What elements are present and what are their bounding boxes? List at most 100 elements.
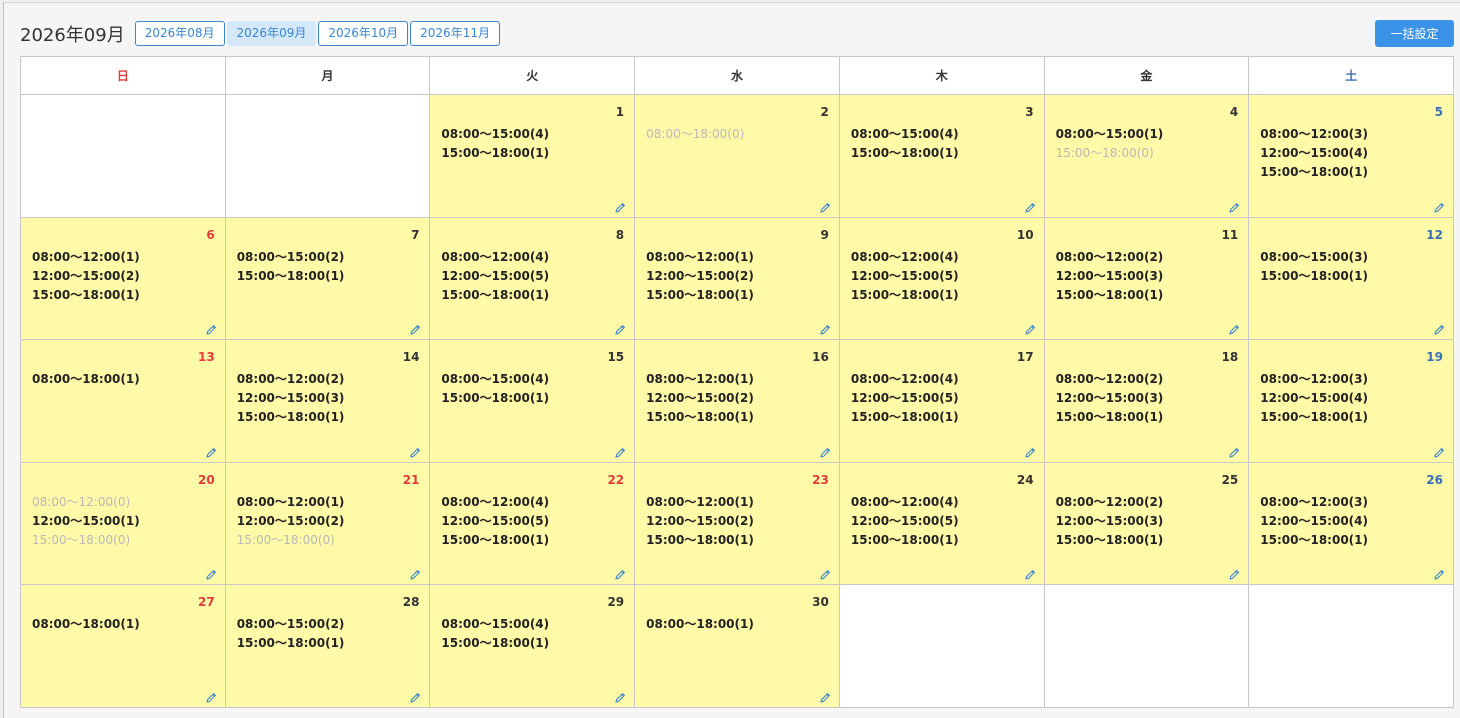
time-slot: 08:00～12:00(1) (646, 494, 754, 509)
weekday-header-thu: 木 (839, 57, 1045, 95)
pencil-icon[interactable] (819, 689, 831, 703)
pencil-icon[interactable] (205, 566, 217, 580)
month-button-2026-11[interactable]: 2026年11月 (410, 21, 500, 46)
pencil-icon[interactable] (614, 566, 626, 580)
month-button-2026-10[interactable]: 2026年10月 (318, 21, 409, 46)
day-cell[interactable]: 30 08:00～18:00(1) (635, 585, 840, 708)
time-slot: 15:00～18:00(1) (441, 391, 550, 406)
pencil-icon[interactable] (1024, 321, 1036, 335)
month-button-2026-09[interactable]: 2026年09月 (226, 21, 317, 46)
day-cell[interactable]: 27 08:00～18:00(1) (21, 585, 226, 708)
day-cell[interactable]: 3 08:00～15:00(4) 15:00～18:00(1) (839, 95, 1045, 218)
weekday-header-wed: 水 (635, 57, 840, 95)
pencil-icon[interactable] (1228, 199, 1240, 213)
pencil-icon[interactable] (1228, 566, 1240, 580)
day-cell[interactable]: 1 08:00～15:00(4) 15:00～18:00(1) (430, 95, 636, 218)
page-title: 2026年09月 (20, 24, 125, 46)
day-cell[interactable]: 12 08:00～15:00(3) 15:00～18:00(1) (1249, 217, 1454, 341)
time-slot-list: 08:00～15:00(3) 15:00～18:00(1) (1260, 248, 1368, 286)
pencil-icon[interactable] (819, 566, 831, 580)
day-cell[interactable]: 9 08:00～12:00(1) 12:00～15:00(2) 15:00～18:00… (635, 217, 840, 341)
day-cell[interactable]: 17 08:00～12:00(4) 12:00～15:00(5) 15:00～18:0… (839, 340, 1045, 463)
time-slot: 12:00～15:00(5) (850, 513, 959, 528)
day-cell[interactable]: 23 08:00～12:00(1) 12:00～15:00(2) 15:00～18:0… (635, 462, 840, 586)
pencil-icon[interactable] (1024, 199, 1036, 213)
time-slot: 08:00～12:00(3) (1260, 494, 1368, 509)
time-slot: 15:00～18:00(1) (1055, 410, 1164, 425)
day-cell[interactable]: 5 08:00～12:00(3) 12:00～15:00(4) 15:00～18:00… (1249, 95, 1454, 218)
pencil-icon[interactable] (1433, 444, 1445, 458)
time-slot: 08:00～15:00(4) (441, 617, 550, 632)
time-slot-list: 08:00～18:00(1) (32, 615, 140, 634)
day-cell[interactable]: 19 08:00～12:00(3) 12:00～15:00(4) 15:00～18:0… (1249, 340, 1454, 463)
time-slot-list: 08:00～12:00(4) 12:00～15:00(5) 15:00～18:00(… (441, 248, 549, 305)
day-number: 3 (1025, 105, 1034, 119)
day-cell[interactable]: 6 08:00～12:00(1) 12:00～15:00(2) 15:00～18:00… (21, 217, 226, 341)
pencil-icon[interactable] (409, 444, 421, 458)
day-number: 16 (812, 350, 829, 365)
day-cell[interactable]: 8 08:00～12:00(4) 12:00～15:00(5) 15:00～18:00… (430, 217, 636, 341)
day-number: 24 (1016, 472, 1034, 487)
pencil-icon[interactable] (819, 199, 831, 213)
day-cell[interactable]: 18 08:00～12:00(2) 12:00～15:00(3) 15:00～18:0… (1044, 340, 1250, 463)
time-slot: 15:00～18:00(1) (236, 410, 345, 425)
day-number: 4 (1229, 105, 1239, 119)
day-number: 8 (615, 227, 625, 242)
empty-day-cell (21, 95, 226, 218)
day-cell[interactable]: 10 08:00～12:00(4) 12:00～15:00(5) 15:00～18:0… (839, 217, 1045, 341)
day-cell[interactable]: 14 08:00～12:00(2) 12:00～15:00(3) 15:00～18:0… (225, 340, 431, 463)
pencil-icon[interactable] (1433, 199, 1445, 213)
day-cell[interactable]: 29 08:00～15:00(4) 15:00～18:00(1) (430, 585, 636, 708)
pencil-icon[interactable] (205, 689, 217, 703)
pencil-icon[interactable] (614, 689, 626, 703)
pencil-icon[interactable] (614, 321, 626, 335)
day-cell[interactable]: 16 08:00～12:00(1) 12:00～15:00(2) 15:00～18:0… (635, 340, 840, 463)
day-cell[interactable]: 11 08:00～12:00(2) 12:00～15:00(3) 15:00～18:0… (1044, 217, 1250, 341)
day-cell[interactable]: 28 08:00～15:00(2) 15:00～18:00(1) (225, 585, 431, 708)
time-slot: 15:00～18:00(1) (646, 287, 754, 302)
pencil-icon[interactable] (614, 199, 626, 213)
pencil-icon[interactable] (205, 321, 217, 335)
pencil-icon[interactable] (819, 321, 831, 335)
day-cell[interactable]: 21 08:00～12:00(1) 12:00～15:00(2) 15:00～18:0… (225, 462, 431, 586)
time-slot: 08:00～12:00(2) (1055, 372, 1164, 387)
day-cell[interactable]: 2 08:00～18:00(0) (635, 95, 840, 218)
day-cell[interactable]: 4 08:00～15:00(1) 15:00～18:00(0) (1044, 95, 1250, 218)
pencil-icon[interactable] (1228, 444, 1240, 458)
day-cell[interactable]: 25 08:00～12:00(2) 12:00～15:00(3) 15:00～18:0… (1044, 462, 1250, 586)
pencil-icon[interactable] (409, 566, 421, 580)
time-slot-list: 08:00～15:00(4) 15:00～18:00(1) (441, 370, 549, 408)
day-cell[interactable]: 22 08:00～12:00(4) 12:00～15:00(5) 15:00～18:0… (430, 462, 636, 586)
pencil-icon[interactable] (1433, 321, 1445, 335)
pencil-icon[interactable] (614, 444, 626, 458)
pencil-icon[interactable] (1024, 566, 1036, 580)
day-cell[interactable]: 24 08:00～12:00(4) 12:00～15:00(5) 15:00～18:0… (839, 462, 1045, 586)
pencil-icon[interactable] (1024, 444, 1036, 458)
pencil-icon[interactable] (1228, 321, 1240, 335)
day-cell[interactable]: 7 08:00～15:00(2) 15:00～18:00(1) (225, 217, 431, 341)
pencil-icon[interactable] (409, 689, 421, 703)
weekday-header-fri: 金 (1044, 57, 1250, 95)
time-slot: 12:00～15:00(2) (646, 391, 754, 406)
pencil-icon[interactable] (819, 444, 831, 458)
time-slot-list: 08:00～15:00(4) 15:00～18:00(1) (851, 125, 959, 163)
day-cell[interactable]: 13 08:00～18:00(1) (21, 340, 226, 463)
time-slot-list: 08:00～18:00(0) (646, 125, 744, 144)
bulk-settings-button[interactable]: 一括設定 (1375, 20, 1454, 47)
month-button-2026-08[interactable]: 2026年08月 (134, 21, 225, 46)
time-slot: 15:00～18:00(1) (1260, 532, 1368, 547)
day-cell[interactable]: 26 08:00～12:00(3) 12:00～15:00(4) 15:00～18:0… (1249, 462, 1454, 586)
time-slot-list: 08:00～12:00(4) 12:00～15:00(5) 15:00～18:00(… (441, 493, 549, 550)
day-number: 29 (607, 595, 625, 610)
time-slot: 15:00～18:00(1) (850, 410, 959, 425)
time-slot: 15:00～18:00(0) (32, 532, 131, 547)
day-cell[interactable]: 15 08:00～15:00(4) 15:00～18:00(1) (430, 340, 636, 463)
time-slot: 08:00～12:00(1) (646, 249, 754, 264)
calendar-grid: 日 月 火 水 木 金 土 1 08:00～15:00(4) 15:00～18:00… (20, 56, 1454, 708)
time-slot: 12:00～15:00(3) (1055, 268, 1164, 283)
day-cell[interactable]: 20 08:00～12:00(0) 12:00～15:00(1) 15:00～18:0… (21, 462, 226, 586)
time-slot-list: 08:00～12:00(0) 12:00～15:00(1) 15:00～18:00(… (32, 493, 140, 550)
pencil-icon[interactable] (1433, 566, 1445, 580)
pencil-icon[interactable] (409, 321, 421, 335)
pencil-icon[interactable] (205, 444, 217, 458)
